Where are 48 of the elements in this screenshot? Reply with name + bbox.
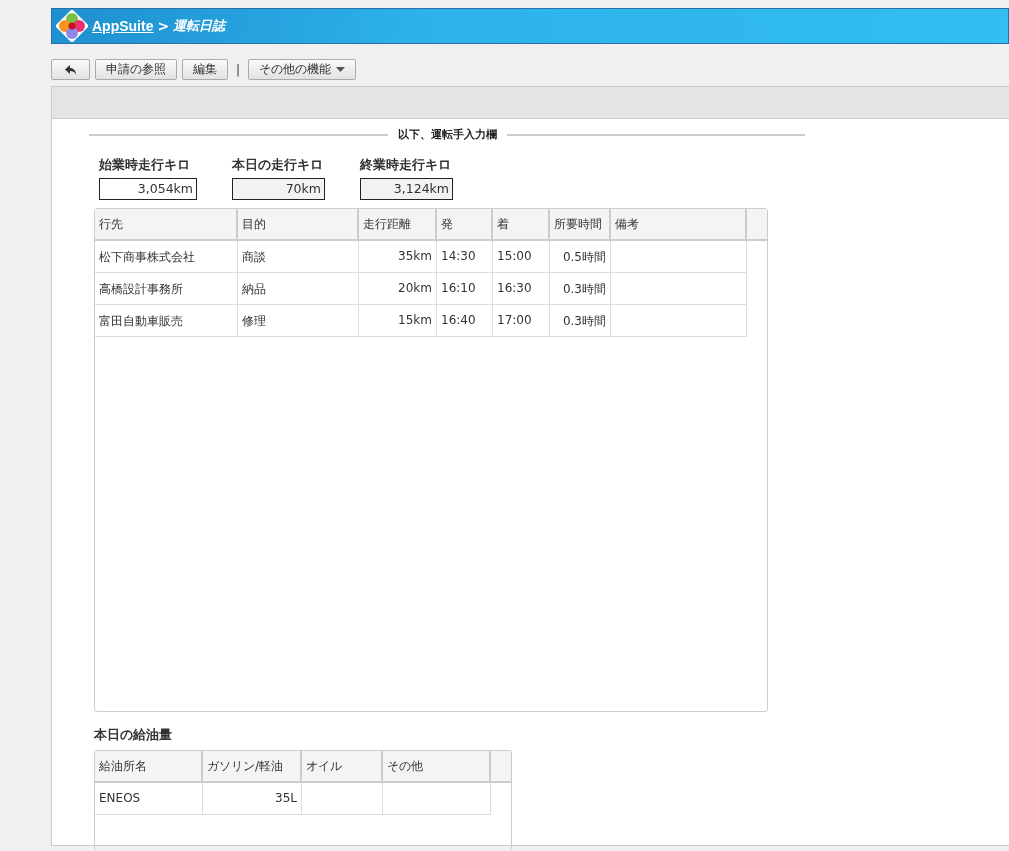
- toolbar-separator: |: [235, 62, 242, 77]
- table-cell: 0.3時間: [550, 273, 611, 305]
- column-header: 発: [437, 209, 493, 239]
- column-header: 給油所名: [95, 751, 203, 781]
- table-cell: 20km: [359, 273, 437, 305]
- odometer-field: 70km: [232, 178, 325, 200]
- column-header: 走行距離: [359, 209, 437, 239]
- table-cell: 商談: [238, 241, 359, 273]
- column-header: 所要時間: [550, 209, 611, 239]
- table-cell: 松下商事株式会社: [95, 241, 238, 273]
- column-header: その他: [383, 751, 491, 781]
- section-title: 以下、運転手入力欄: [397, 127, 497, 142]
- toolbar-button[interactable]: 申請の参照: [95, 59, 177, 80]
- back-arrow-icon: [63, 63, 78, 76]
- table-cell: 0.5時間: [550, 241, 611, 273]
- table-cell: 35L: [203, 783, 302, 815]
- column-header: 備考: [611, 209, 747, 239]
- toolbar-button[interactable]: 編集: [182, 59, 228, 80]
- table-cell: 高橋設計事務所: [95, 273, 238, 305]
- field-label: 本日の走行キロ: [232, 156, 324, 174]
- table-cell: ENEOS: [95, 783, 203, 815]
- odometer-field[interactable]: 3,054km: [99, 178, 197, 200]
- field-label: 始業時走行キロ: [99, 156, 191, 174]
- caret-icon: [336, 67, 346, 72]
- fuel-section-title: 本日の給油量: [94, 726, 173, 744]
- table-cell: 修理: [238, 305, 359, 337]
- column-header: 目的: [238, 209, 359, 239]
- table-cell: 16:40: [437, 305, 493, 337]
- table-cell: 16:30: [493, 273, 550, 305]
- column-header: オイル: [302, 751, 383, 781]
- table-cell: 富田自動車販売: [95, 305, 238, 337]
- field-label: 終業時走行キロ: [360, 156, 452, 174]
- column-header: ガソリン/軽油: [203, 751, 302, 781]
- page-title: 運転日誌: [173, 17, 226, 35]
- back-button[interactable]: [51, 59, 90, 80]
- column-header: 行先: [95, 209, 238, 239]
- table-cell: 15:00: [493, 241, 550, 273]
- column-header: 着: [493, 209, 550, 239]
- table-cell: 15km: [359, 305, 437, 337]
- breadcrumb-separator: >: [157, 18, 170, 34]
- table-cell: 14:30: [437, 241, 493, 273]
- table-cell: 0.3時間: [550, 305, 611, 337]
- odometer-field: 3,124km: [360, 178, 453, 200]
- menu-button[interactable]: その他の機能: [248, 59, 357, 80]
- table-cell: 17:00: [493, 305, 550, 337]
- table-cell: 16:10: [437, 273, 493, 305]
- table-cell: 納品: [238, 273, 359, 305]
- table-cell: 35km: [359, 241, 437, 273]
